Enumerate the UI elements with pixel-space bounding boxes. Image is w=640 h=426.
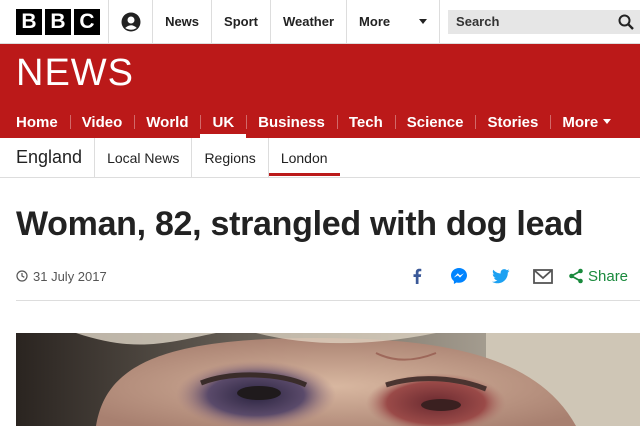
top-nav-weather[interactable]: Weather	[269, 0, 346, 44]
share-label: Share	[588, 267, 629, 285]
main-nav-video[interactable]: Video	[69, 106, 135, 138]
news-logo[interactable]: NEWS	[16, 52, 134, 95]
messenger-icon	[451, 268, 467, 284]
main-nav-business[interactable]: Business	[246, 106, 337, 138]
bbc-logo[interactable]: B B C	[16, 8, 100, 35]
news-header: NEWS Home Video World UK Business Tech S…	[0, 44, 640, 138]
main-nav-science[interactable]: Science	[394, 106, 476, 138]
top-nav-more-label: More	[359, 14, 391, 29]
article-date: 31 July 2017	[16, 269, 107, 284]
main-nav-stories[interactable]: Stories	[475, 106, 550, 138]
sub-nav: England Local News Regions London	[0, 137, 640, 178]
logo-letter: C	[74, 8, 100, 35]
top-nav-more[interactable]: More	[346, 0, 441, 44]
twitter-icon	[492, 268, 510, 283]
sub-nav-regions[interactable]: Regions	[191, 137, 267, 178]
article-meta: 31 July 2017 Share	[16, 265, 640, 287]
search-label: Search	[456, 14, 500, 29]
main-nav-more[interactable]: More	[550, 106, 623, 138]
article-date-text: 31 July 2017	[33, 268, 107, 284]
share-button[interactable]: Share	[568, 268, 628, 285]
share-facebook-button[interactable]	[396, 268, 438, 284]
article-photo	[16, 333, 640, 426]
main-nav-more-label: More	[562, 113, 599, 131]
facebook-icon	[413, 268, 422, 284]
article-headline: Woman, 82, strangled with dog lead	[16, 205, 584, 243]
share-twitter-button[interactable]	[480, 268, 522, 284]
chevron-down-icon	[603, 119, 612, 124]
user-icon	[121, 12, 141, 31]
masthead: B B C News Sport Weather More Search	[0, 0, 640, 44]
logo-letter: B	[16, 8, 42, 35]
chevron-down-icon	[419, 18, 428, 24]
divider	[16, 300, 640, 301]
search-box[interactable]: Search	[448, 9, 640, 34]
email-icon	[533, 268, 553, 284]
region-title[interactable]: England	[16, 147, 94, 168]
search-icon[interactable]	[618, 14, 634, 30]
share-icon	[569, 268, 583, 284]
top-nav-news[interactable]: News	[152, 0, 211, 44]
main-nav-tech[interactable]: Tech	[336, 106, 395, 138]
main-nav-home[interactable]: Home	[0, 106, 70, 138]
main-nav-world[interactable]: World	[134, 106, 200, 138]
top-nav-sport[interactable]: Sport	[211, 0, 270, 44]
main-nav-uk[interactable]: UK	[200, 106, 246, 138]
article-photo-image	[16, 333, 640, 426]
share-messenger-button[interactable]	[438, 267, 480, 285]
sub-nav-london[interactable]: London	[267, 137, 340, 178]
top-nav: News Sport Weather More	[152, 0, 441, 44]
account-button[interactable]	[108, 0, 152, 44]
share-tools: Share	[396, 265, 628, 287]
logo-letter: B	[45, 8, 71, 35]
clock-icon	[16, 270, 28, 282]
sub-nav-local-news[interactable]: Local News	[94, 137, 191, 178]
share-email-button[interactable]	[522, 268, 564, 284]
main-nav: Home Video World UK Business Tech Scienc…	[0, 106, 623, 138]
